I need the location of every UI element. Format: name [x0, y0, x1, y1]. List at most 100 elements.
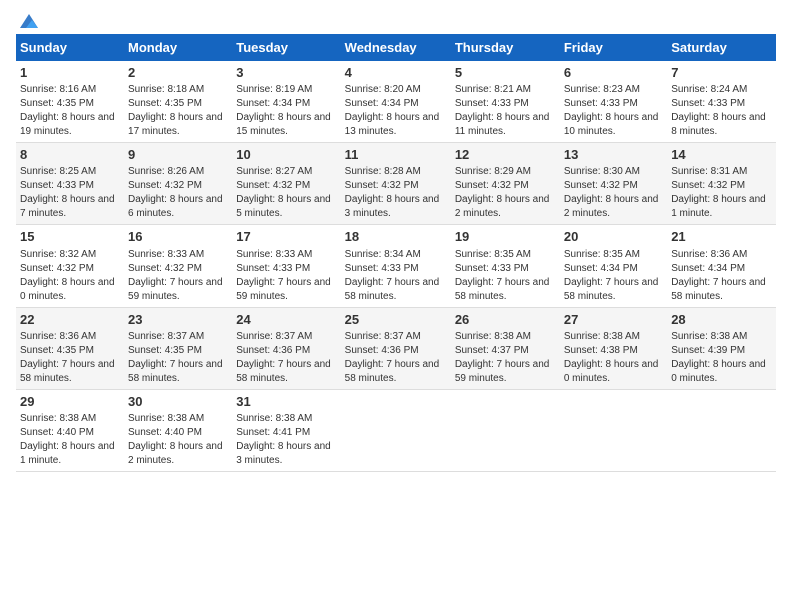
day-number: 12: [455, 146, 556, 164]
day-cell: 8Sunrise: 8:25 AMSunset: 4:33 PMDaylight…: [16, 143, 124, 225]
day-number: 8: [20, 146, 120, 164]
day-number: 24: [236, 311, 336, 329]
day-info: Sunrise: 8:38 AMSunset: 4:37 PMDaylight:…: [455, 331, 550, 384]
day-info: Sunrise: 8:38 AMSunset: 4:39 PMDaylight:…: [671, 331, 766, 384]
day-cell: 31Sunrise: 8:38 AMSunset: 4:41 PMDayligh…: [232, 389, 340, 471]
day-info: Sunrise: 8:37 AMSunset: 4:36 PMDaylight:…: [345, 331, 440, 384]
day-cell: [560, 389, 667, 471]
day-cell: 9Sunrise: 8:26 AMSunset: 4:32 PMDaylight…: [124, 143, 232, 225]
day-cell: [667, 389, 776, 471]
day-info: Sunrise: 8:24 AMSunset: 4:33 PMDaylight:…: [671, 84, 766, 137]
week-row-4: 22 Sunrise: 8:36 AMSunset: 4:35 PMDayligh…: [16, 307, 776, 389]
day-number: 25: [345, 311, 447, 329]
day-number: 21: [671, 228, 772, 246]
day-number: 1: [20, 64, 120, 82]
day-info: Sunrise: 8:34 AMSunset: 4:33 PMDaylight:…: [345, 249, 440, 302]
day-number: 22: [20, 311, 120, 329]
day-number: 23: [128, 311, 228, 329]
header-sunday: Sunday: [16, 34, 124, 61]
day-cell: 3 Sunrise: 8:19 AMSunset: 4:34 PMDaylight…: [232, 61, 340, 143]
day-cell: 21 Sunrise: 8:36 AMSunset: 4:34 PMDayligh…: [667, 225, 776, 307]
day-cell: 1 Sunrise: 8:16 AMSunset: 4:35 PMDaylight…: [16, 61, 124, 143]
day-number: 11: [345, 146, 447, 164]
day-number: 13: [564, 146, 663, 164]
header-saturday: Saturday: [667, 34, 776, 61]
day-number: 3: [236, 64, 336, 82]
day-cell: 24 Sunrise: 8:37 AMSunset: 4:36 PMDayligh…: [232, 307, 340, 389]
day-number: 19: [455, 228, 556, 246]
day-info: Sunrise: 8:16 AMSunset: 4:35 PMDaylight:…: [20, 84, 115, 137]
day-cell: 2Sunrise: 8:18 AMSunset: 4:35 PMDaylight…: [124, 61, 232, 143]
header-thursday: Thursday: [451, 34, 560, 61]
day-cell: 30 Sunrise: 8:38 AMSunset: 4:40 PMDayligh…: [124, 389, 232, 471]
day-cell: 13 Sunrise: 8:30 AMSunset: 4:32 PMDayligh…: [560, 143, 667, 225]
day-info: Sunrise: 8:35 AMSunset: 4:34 PMDaylight:…: [564, 249, 659, 302]
day-cell: 25 Sunrise: 8:37 AMSunset: 4:36 PMDayligh…: [341, 307, 451, 389]
day-cell: 17 Sunrise: 8:33 AMSunset: 4:33 PMDayligh…: [232, 225, 340, 307]
day-info: Sunrise: 8:31 AMSunset: 4:32 PMDaylight:…: [671, 166, 766, 219]
day-number: 30: [128, 393, 228, 411]
day-info: Sunrise: 8:37 AMSunset: 4:36 PMDaylight:…: [236, 331, 331, 384]
header-friday: Friday: [560, 34, 667, 61]
day-cell: 14 Sunrise: 8:31 AMSunset: 4:32 PMDayligh…: [667, 143, 776, 225]
day-cell: 23 Sunrise: 8:37 AMSunset: 4:35 PMDayligh…: [124, 307, 232, 389]
day-cell: 11 Sunrise: 8:28 AMSunset: 4:32 PMDayligh…: [341, 143, 451, 225]
day-number: 26: [455, 311, 556, 329]
day-info: Sunrise: 8:32 AMSunset: 4:32 PMDaylight:…: [20, 249, 115, 302]
day-info: Sunrise: 8:36 AMSunset: 4:35 PMDaylight:…: [20, 331, 115, 384]
day-number: 4: [345, 64, 447, 82]
day-cell: 15 Sunrise: 8:32 AMSunset: 4:32 PMDayligh…: [16, 225, 124, 307]
week-row-1: 1 Sunrise: 8:16 AMSunset: 4:35 PMDaylight…: [16, 61, 776, 143]
day-number: 6: [564, 64, 663, 82]
calendar-table: SundayMondayTuesdayWednesdayThursdayFrid…: [16, 34, 776, 472]
day-cell: 4Sunrise: 8:20 AMSunset: 4:34 PMDaylight…: [341, 61, 451, 143]
day-info: Sunrise: 8:37 AMSunset: 4:35 PMDaylight:…: [128, 331, 223, 384]
day-info: Sunrise: 8:38 AMSunset: 4:38 PMDaylight:…: [564, 331, 659, 384]
header-monday: Monday: [124, 34, 232, 61]
day-cell: 29 Sunrise: 8:38 AMSunset: 4:40 PMDayligh…: [16, 389, 124, 471]
day-number: 20: [564, 228, 663, 246]
week-row-3: 15 Sunrise: 8:32 AMSunset: 4:32 PMDayligh…: [16, 225, 776, 307]
day-info: Sunrise: 8:33 AMSunset: 4:32 PMDaylight:…: [128, 249, 223, 302]
day-info: Sunrise: 8:36 AMSunset: 4:34 PMDaylight:…: [671, 249, 766, 302]
week-row-2: 8Sunrise: 8:25 AMSunset: 4:33 PMDaylight…: [16, 143, 776, 225]
day-info: Sunrise: 8:29 AMSunset: 4:32 PMDaylight:…: [455, 166, 550, 219]
day-info: Sunrise: 8:38 AMSunset: 4:40 PMDaylight:…: [128, 413, 223, 466]
logo-icon: [18, 12, 40, 30]
day-number: 18: [345, 228, 447, 246]
header-tuesday: Tuesday: [232, 34, 340, 61]
day-number: 16: [128, 228, 228, 246]
day-cell: 7Sunrise: 8:24 AMSunset: 4:33 PMDaylight…: [667, 61, 776, 143]
day-cell: 26 Sunrise: 8:38 AMSunset: 4:37 PMDayligh…: [451, 307, 560, 389]
day-cell: 22 Sunrise: 8:36 AMSunset: 4:35 PMDayligh…: [16, 307, 124, 389]
page-header: [16, 16, 776, 24]
day-cell: 28 Sunrise: 8:38 AMSunset: 4:39 PMDayligh…: [667, 307, 776, 389]
day-cell: 10Sunrise: 8:27 AMSunset: 4:32 PMDayligh…: [232, 143, 340, 225]
day-cell: [451, 389, 560, 471]
day-info: Sunrise: 8:33 AMSunset: 4:33 PMDaylight:…: [236, 249, 331, 302]
day-info: Sunrise: 8:38 AMSunset: 4:40 PMDaylight:…: [20, 413, 115, 466]
day-cell: 12 Sunrise: 8:29 AMSunset: 4:32 PMDayligh…: [451, 143, 560, 225]
logo: [16, 16, 40, 24]
day-cell: 18 Sunrise: 8:34 AMSunset: 4:33 PMDayligh…: [341, 225, 451, 307]
day-info: Sunrise: 8:28 AMSunset: 4:32 PMDaylight:…: [345, 166, 440, 219]
day-number: 15: [20, 228, 120, 246]
day-info: Sunrise: 8:26 AMSunset: 4:32 PMDaylight:…: [128, 166, 223, 219]
day-cell: [341, 389, 451, 471]
day-cell: 27 Sunrise: 8:38 AMSunset: 4:38 PMDayligh…: [560, 307, 667, 389]
week-row-5: 29 Sunrise: 8:38 AMSunset: 4:40 PMDayligh…: [16, 389, 776, 471]
day-info: Sunrise: 8:27 AMSunset: 4:32 PMDaylight:…: [236, 166, 331, 219]
day-number: 17: [236, 228, 336, 246]
day-info: Sunrise: 8:30 AMSunset: 4:32 PMDaylight:…: [564, 166, 659, 219]
day-number: 27: [564, 311, 663, 329]
day-info: Sunrise: 8:21 AMSunset: 4:33 PMDaylight:…: [455, 84, 550, 137]
day-info: Sunrise: 8:19 AMSunset: 4:34 PMDaylight:…: [236, 84, 331, 137]
day-number: 29: [20, 393, 120, 411]
day-info: Sunrise: 8:35 AMSunset: 4:33 PMDaylight:…: [455, 249, 550, 302]
day-cell: 19 Sunrise: 8:35 AMSunset: 4:33 PMDayligh…: [451, 225, 560, 307]
day-cell: 6Sunrise: 8:23 AMSunset: 4:33 PMDaylight…: [560, 61, 667, 143]
day-info: Sunrise: 8:38 AMSunset: 4:41 PMDaylight:…: [236, 413, 331, 466]
day-number: 14: [671, 146, 772, 164]
day-number: 28: [671, 311, 772, 329]
day-info: Sunrise: 8:18 AMSunset: 4:35 PMDaylight:…: [128, 84, 223, 137]
